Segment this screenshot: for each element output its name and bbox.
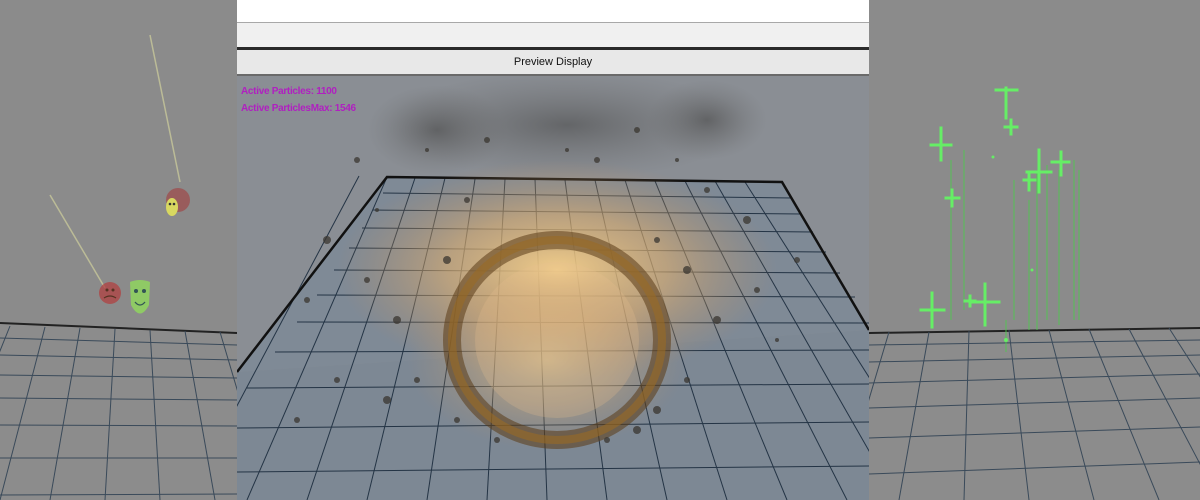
preview-toolbar-area	[237, 0, 869, 23]
preview-toolbar	[237, 23, 869, 47]
right-viewport-scene	[869, 86, 1200, 500]
left-viewport-scene	[0, 34, 237, 500]
active-particles-readout: Active Particles: 1100	[241, 86, 337, 97]
left-viewport[interactable]	[0, 0, 237, 500]
preview-display-panel: Preview Display	[237, 0, 869, 76]
theater-mask-icon	[130, 280, 150, 314]
theater-mask-icon	[99, 282, 121, 304]
theater-mask-icon	[166, 188, 190, 216]
fire-ring	[443, 231, 671, 449]
active-particles-max-readout: Active ParticlesMax: 1546	[241, 103, 356, 114]
preview-display-title[interactable]: Preview Display	[237, 50, 869, 76]
right-viewport[interactable]	[869, 0, 1200, 500]
